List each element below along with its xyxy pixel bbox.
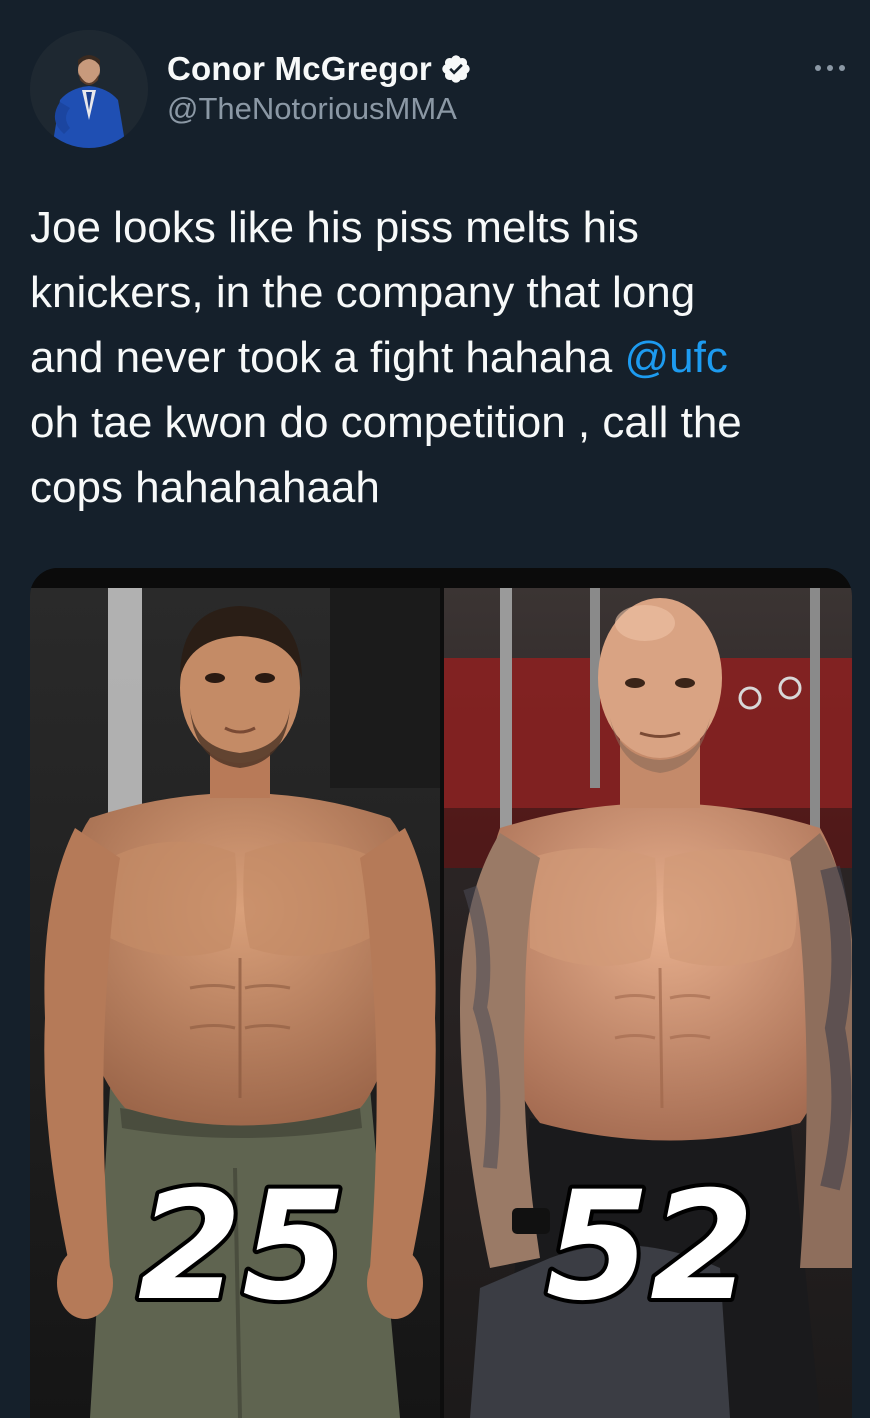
left-age-text: 25	[138, 1160, 347, 1334]
tweet-text: Joe looks like his piss melts his knicke…	[30, 195, 850, 520]
more-button[interactable]	[808, 54, 852, 82]
right-age-label: 52	[542, 1156, 759, 1338]
more-icon	[815, 65, 845, 71]
mention-link[interactable]: @ufc	[624, 333, 727, 382]
tweet-text-part-2: oh tae kwon do competition , call the co…	[30, 398, 742, 512]
avatar[interactable]	[30, 30, 148, 148]
author-display-name[interactable]: Conor McGregor	[167, 50, 432, 88]
tweet-media[interactable]: 25 52	[30, 568, 852, 1418]
left-age-label: 25	[134, 1156, 351, 1338]
avatar-image	[30, 30, 148, 148]
author-handle[interactable]: @TheNotoriousMMA	[167, 91, 457, 127]
comparison-photo: 25 52	[30, 568, 852, 1418]
right-age-text: 52	[546, 1160, 755, 1334]
tweet-text-part-1: Joe looks like his piss melts his knicke…	[30, 203, 696, 382]
author-name-row[interactable]: Conor McGregor	[167, 48, 472, 90]
verified-badge-icon	[440, 53, 472, 85]
